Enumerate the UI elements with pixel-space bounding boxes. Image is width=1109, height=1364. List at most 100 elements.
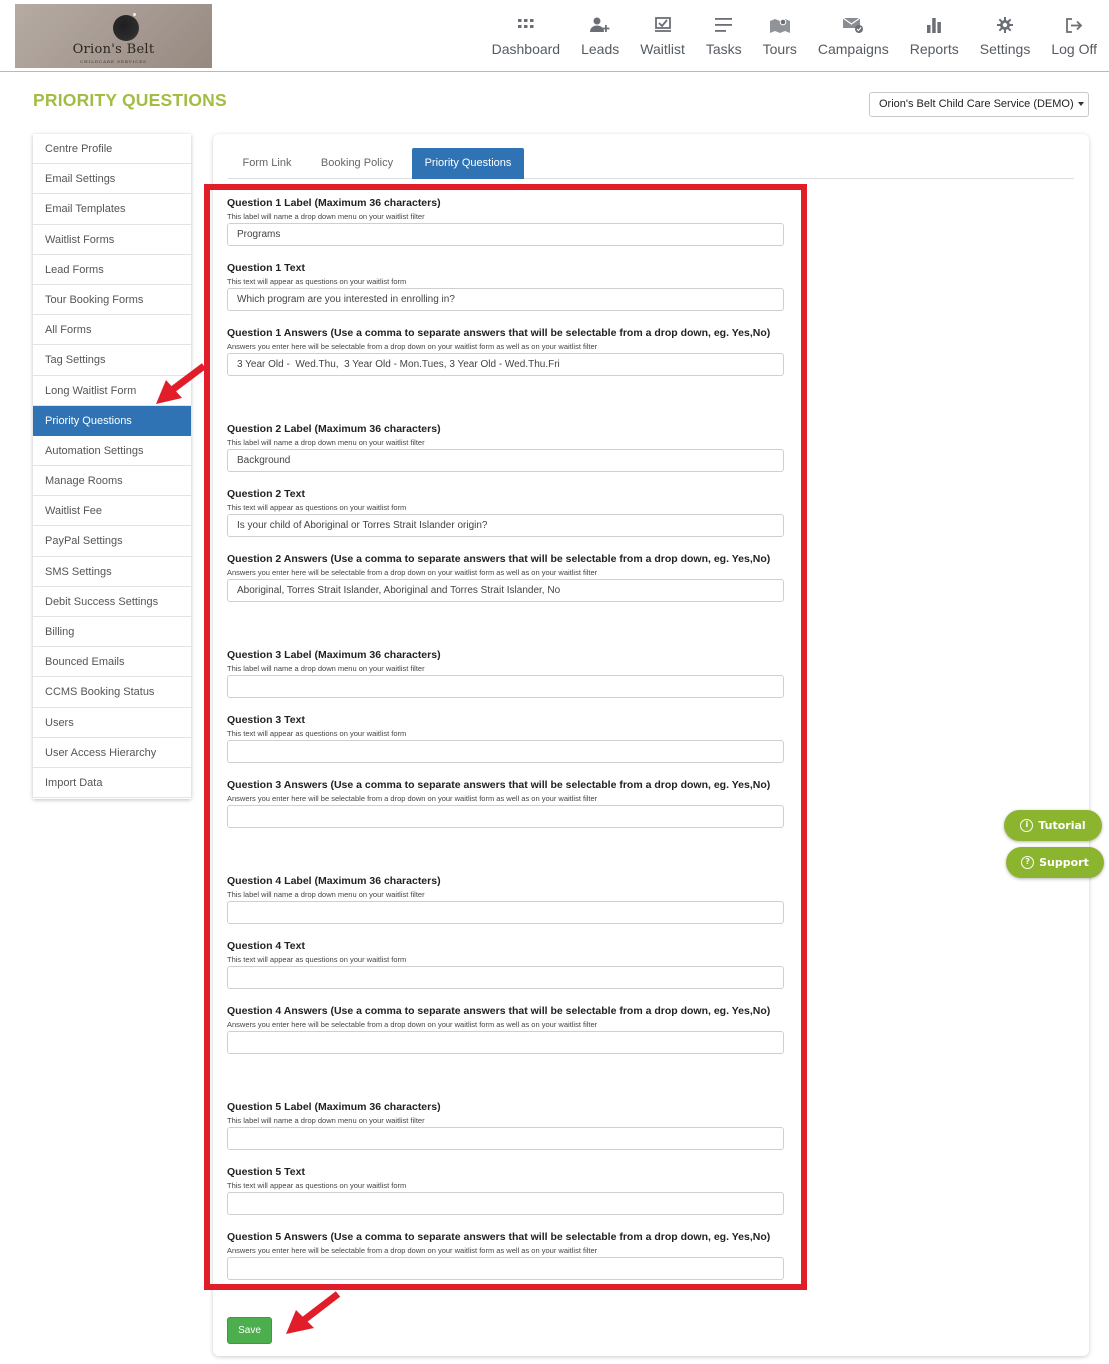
nav-settings[interactable]: Settings (980, 14, 1030, 57)
sidebar-item-sms-settings[interactable]: SMS Settings (33, 557, 191, 587)
question-2-answers-field: Question 2 Answers (Use a comma to separ… (227, 552, 784, 602)
nav-waitlist[interactable]: Waitlist (640, 14, 685, 57)
field-label: Question 1 Text (227, 262, 305, 274)
tutorial-button[interactable]: i Tutorial (1004, 810, 1102, 841)
field-label: Question 4 Label (Maximum 36 characters) (227, 875, 441, 887)
gear-icon (997, 14, 1014, 36)
question-icon: ? (1021, 856, 1035, 869)
field-label: Question 3 Text (227, 714, 305, 726)
field-label: Question 4 Answers (Use a comma to separ… (227, 1005, 771, 1017)
field-help: This text will appear as questions on yo… (227, 729, 407, 738)
sidebar-item-long-waitlist-form[interactable]: Long Waitlist Form (33, 376, 191, 406)
brand-logo[interactable]: Orion's Belt CHILDCARE SERVICES (15, 4, 212, 68)
list-icon (715, 14, 733, 36)
sidebar-item-debit-success-settings[interactable]: Debit Success Settings (33, 587, 191, 617)
sidebar-item-tag-settings[interactable]: Tag Settings (33, 345, 191, 376)
sidebar-item-bounced-emails[interactable]: Bounced Emails (33, 647, 191, 678)
tab-priority-questions[interactable]: Priority Questions (412, 148, 524, 179)
field-help: Answers you enter here will be selectabl… (227, 794, 598, 803)
moon-icon (113, 13, 139, 41)
sidebar-item-priority-questions[interactable]: Priority Questions (33, 405, 191, 436)
question-3-answers-input[interactable] (227, 805, 784, 828)
field-help: This text will appear as questions on yo… (227, 1181, 407, 1190)
main-nav: Dashboard Leads Waitlist Tasks Tours Cam… (471, 14, 1097, 57)
question-4-label-input[interactable] (227, 901, 784, 924)
field-help: This text will appear as questions on yo… (227, 955, 407, 964)
question-3-label-field: Question 3 Label (Maximum 36 characters)… (227, 648, 784, 698)
question-1-text-field: Question 1 Text This text will appear as… (227, 261, 784, 311)
question-1-text-input[interactable] (227, 288, 784, 311)
sidebar-item-waitlist-fee[interactable]: Waitlist Fee (33, 496, 191, 527)
question-5-text-input[interactable] (227, 1192, 784, 1215)
field-label: Question 2 Text (227, 488, 305, 500)
support-button[interactable]: ? Support (1006, 847, 1104, 878)
map-pin-icon (769, 14, 790, 36)
question-2-answers-input[interactable] (227, 579, 784, 602)
field-label: Question 1 Answers (Use a comma to separ… (227, 327, 771, 339)
tutorial-label: Tutorial (1038, 819, 1086, 832)
caret-down-icon (1077, 102, 1084, 107)
question-4-text-input[interactable] (227, 966, 784, 989)
top-navbar: Orion's Belt CHILDCARE SERVICES Dashboar… (0, 0, 1109, 72)
question-3-answers-field: Question 3 Answers (Use a comma to separ… (227, 778, 784, 828)
question-5-label-input[interactable] (227, 1127, 784, 1150)
question-4-answers-input[interactable] (227, 1031, 784, 1054)
nav-leads[interactable]: Leads (581, 14, 619, 57)
question-1-label-field: Question 1 Label (Maximum 36 characters)… (227, 196, 784, 246)
logout-icon (1065, 14, 1083, 36)
sidebar-item-tour-booking-forms[interactable]: Tour Booking Forms (33, 285, 191, 316)
nav-reports[interactable]: Reports (910, 14, 959, 57)
sidebar-item-paypal-settings[interactable]: PayPal Settings (33, 526, 191, 557)
save-button[interactable]: Save (227, 1317, 272, 1344)
field-label: Question 5 Answers (Use a comma to separ… (227, 1231, 771, 1243)
sidebar-item-all-forms[interactable]: All Forms (33, 315, 191, 346)
field-label: Question 2 Label (Maximum 36 characters) (227, 423, 441, 435)
question-2-label-field: Question 2 Label (Maximum 36 characters)… (227, 422, 784, 472)
nav-tours[interactable]: Tours (763, 14, 797, 57)
tab-bar: Form Link Booking Policy Priority Questi… (228, 148, 1074, 179)
nav-tasks[interactable]: Tasks (706, 14, 742, 57)
question-1-answers-input[interactable] (227, 353, 784, 376)
question-3-text-input[interactable] (227, 740, 784, 763)
tab-form-link[interactable]: Form Link (238, 148, 296, 179)
sidebar-item-email-settings[interactable]: Email Settings (33, 164, 191, 195)
sidebar-item-automation-settings[interactable]: Automation Settings (33, 436, 191, 467)
sidebar-item-ccms-booking-status[interactable]: CCMS Booking Status (33, 677, 191, 708)
sidebar-item-import-data[interactable]: Import Data (33, 768, 191, 799)
centre-selector[interactable]: Orion's Belt Child Care Service (DEMO) (869, 92, 1089, 117)
checkbox-tray-icon (654, 14, 672, 36)
sidebar-item-user-access-hierarchy[interactable]: User Access Hierarchy (33, 738, 191, 768)
sidebar-item-manage-rooms[interactable]: Manage Rooms (33, 466, 191, 497)
nav-dashboard[interactable]: Dashboard (492, 14, 560, 57)
question-1-label-input[interactable] (227, 223, 784, 246)
question-4-text-field: Question 4 Text This text will appear as… (227, 939, 784, 989)
support-label: Support (1039, 856, 1089, 869)
field-label: Question 3 Label (Maximum 36 characters) (227, 649, 441, 661)
field-label: Question 4 Text (227, 940, 305, 952)
nav-log-off[interactable]: Log Off (1051, 14, 1097, 57)
sidebar-item-lead-forms[interactable]: Lead Forms (33, 255, 191, 285)
question-1-answers-field: Question 1 Answers (Use a comma to separ… (227, 326, 784, 376)
field-help: Answers you enter here will be selectabl… (227, 1020, 598, 1029)
field-help: This label will name a drop down menu on… (227, 438, 425, 447)
mail-check-icon (842, 14, 864, 36)
nav-label: Leads (581, 41, 620, 57)
field-help: This label will name a drop down menu on… (227, 664, 425, 673)
question-2-label-input[interactable] (227, 449, 784, 472)
sidebar-item-users[interactable]: Users (33, 708, 191, 738)
sidebar-item-email-templates[interactable]: Email Templates (33, 194, 191, 225)
nav-label: Tasks (705, 41, 742, 57)
nav-label: Reports (909, 41, 959, 57)
add-user-icon (590, 14, 610, 36)
question-2-text-input[interactable] (227, 514, 784, 537)
tab-booking-policy[interactable]: Booking Policy (313, 148, 401, 179)
field-label: Question 1 Label (Maximum 36 characters) (227, 197, 441, 209)
sidebar-item-centre-profile[interactable]: Centre Profile (33, 134, 191, 165)
nav-campaigns[interactable]: Campaigns (818, 14, 889, 57)
sidebar-item-waitlist-forms[interactable]: Waitlist Forms (33, 225, 191, 255)
sidebar-item-billing[interactable]: Billing (33, 617, 191, 648)
question-4-label-field: Question 4 Label (Maximum 36 characters)… (227, 874, 784, 924)
question-5-answers-input[interactable] (227, 1257, 784, 1280)
page: Orion's Belt CHILDCARE SERVICES Dashboar… (0, 0, 1109, 1364)
question-3-label-input[interactable] (227, 675, 784, 698)
